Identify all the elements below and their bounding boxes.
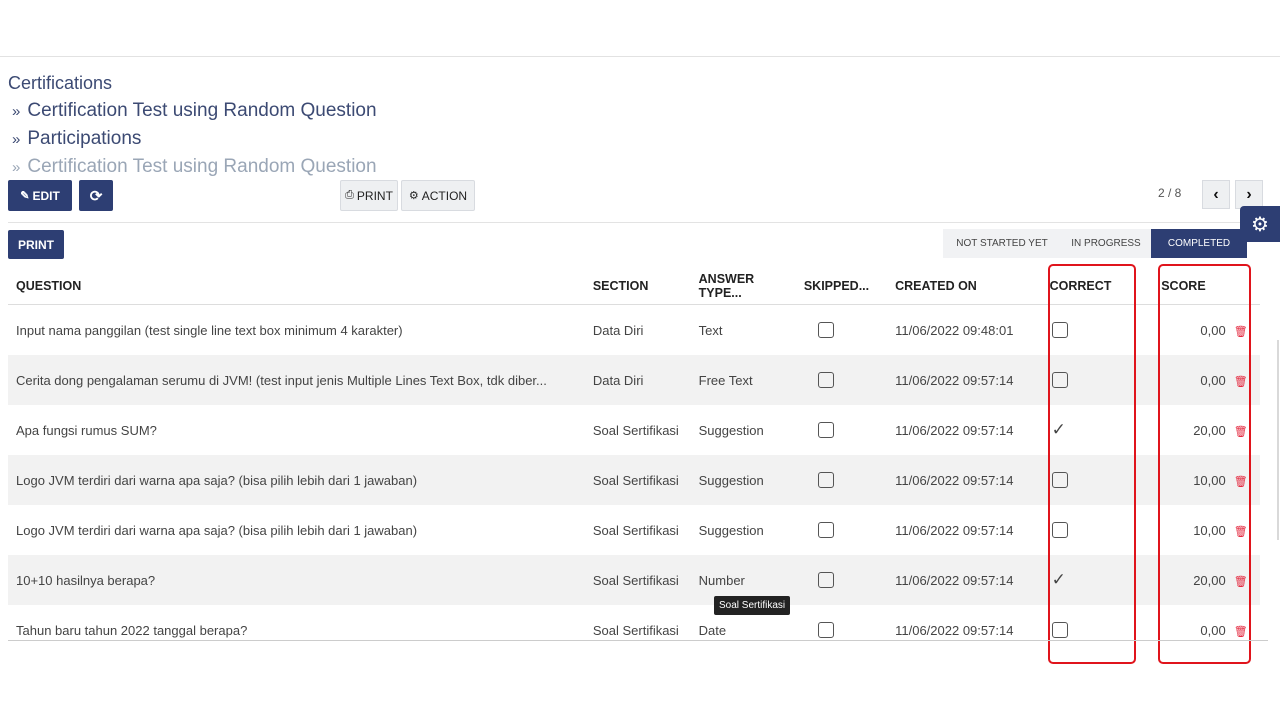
cell-section: Soal Sertifikasi [584, 555, 691, 605]
cell-created-on: 11/06/2022 09:57:14 [887, 555, 1028, 605]
cell-section: Data Diri [592, 322, 644, 338]
cell-section: Soal Sertifikasi [592, 422, 679, 438]
highlight-correct-column [1048, 264, 1136, 664]
cell-skipped [795, 455, 888, 505]
cell-skipped [796, 605, 887, 655]
cell-answer-type: Free Text [690, 355, 796, 405]
column-header-answer-type[interactable]: ANSWER TYPE... [690, 267, 796, 305]
pager-counter: 2 / 8 [1158, 186, 1182, 200]
status-in-progress[interactable]: IN PROGRESS [1061, 229, 1151, 258]
top-navbar [0, 0, 1280, 57]
print-button[interactable]: PRINT [8, 230, 64, 259]
skipped-checkbox[interactable] [817, 522, 834, 539]
skipped-checkbox[interactable] [817, 322, 834, 339]
cell-skipped [796, 505, 887, 555]
printer-icon: ⎙ [345, 189, 354, 201]
cell-created-on: 11/06/2022 09:57:14 [887, 455, 1028, 505]
cell-question: 10+10 hasilnya berapa? [8, 555, 585, 605]
refresh-button[interactable]: ⟳ [79, 180, 113, 211]
column-header-created-on[interactable]: CREATED ON [887, 267, 1028, 305]
cell-answer-type: Text [698, 322, 723, 338]
cell-answer-type: Suggestion [690, 455, 796, 505]
cell-question: Apa fungsi rumus SUM? [16, 422, 157, 438]
cell-section: Data Diri [584, 355, 691, 405]
pencil-icon: ✎ [20, 190, 30, 202]
gear-icon: ⚙ [1251, 213, 1269, 236]
next-record-button[interactable]: › [1235, 180, 1263, 209]
scrollbar[interactable] [1277, 340, 1279, 540]
edit-button[interactable]: ✎ EDIT [8, 180, 72, 211]
status-bar: NOT STARTED YET IN PROGRESS COMPLETED [943, 229, 1247, 258]
cell-created-on: 11/06/2022 09:57:14 [895, 422, 1014, 438]
cell-question: Logo JVM terdiri dari warna apa saja? (b… [8, 455, 585, 505]
breadcrumb-item-participations[interactable]: » Participations [8, 125, 377, 153]
cell-skipped [795, 355, 888, 405]
cell-question: Input nama panggilan (test single line t… [16, 322, 403, 338]
cell-skipped [796, 305, 887, 356]
cell-section: Soal Sertifikasi [592, 622, 679, 638]
column-header-question[interactable]: QUESTION [8, 267, 585, 305]
skipped-checkbox[interactable] [817, 622, 834, 639]
highlight-score-column [1158, 264, 1251, 664]
cell-skipped [795, 555, 888, 605]
refresh-icon: ⟳ [89, 187, 103, 205]
status-completed[interactable]: COMPLETED [1151, 229, 1247, 258]
action-menu-button[interactable]: ⚙ ACTION [401, 180, 475, 211]
breadcrumb-item-test[interactable]: » Certification Test using Random Questio… [8, 97, 377, 125]
cell-created-on: 11/06/2022 09:57:14 [887, 355, 1028, 405]
cell-question: Logo JVM terdiri dari warna apa saja? (b… [16, 522, 418, 538]
table-bottom-border [8, 640, 1268, 641]
print-menu-button[interactable]: ⎙ PRINT [340, 180, 398, 211]
cell-question: Tahun baru tahun 2022 tanggal berapa? [16, 622, 248, 638]
cell-section: Soal Sertifikasi [584, 455, 691, 505]
settings-gear-button[interactable]: ⚙ [1240, 206, 1280, 242]
breadcrumb: Certifications » Certification Test using… [8, 70, 377, 181]
chevron-right-icon: › [1246, 185, 1252, 203]
prev-record-button[interactable]: ‹ [1202, 180, 1230, 209]
section-tooltip: Soal Sertifikasi [714, 596, 791, 615]
cell-answer-type: Suggestion [698, 422, 764, 438]
breadcrumb-root[interactable]: Certifications [8, 70, 377, 97]
cell-created-on: 11/06/2022 09:48:01 [895, 322, 1014, 338]
cell-skipped [796, 405, 887, 455]
gear-icon: ⚙ [408, 190, 419, 202]
status-not-started[interactable]: NOT STARTED YET [943, 229, 1061, 258]
breadcrumb-item-current: » Certification Test using Random Questio… [12, 156, 377, 177]
skipped-checkbox[interactable] [817, 472, 834, 489]
cell-answer-type: Suggestion [698, 522, 764, 538]
skipped-checkbox[interactable] [817, 372, 834, 389]
chevron-left-icon: ‹ [1213, 185, 1219, 203]
column-header-skipped[interactable]: SKIPPED... [795, 267, 888, 305]
cell-created-on: 11/06/2022 09:57:14 [895, 622, 1014, 638]
column-header-section[interactable]: SECTION [584, 267, 691, 305]
skipped-checkbox[interactable] [817, 422, 834, 439]
cell-question: Cerita dong pengalaman serumu di JVM! (t… [8, 355, 585, 405]
skipped-checkbox[interactable] [817, 572, 834, 589]
cell-section: Soal Sertifikasi [592, 522, 679, 538]
cell-created-on: 11/06/2022 09:57:14 [895, 522, 1014, 538]
